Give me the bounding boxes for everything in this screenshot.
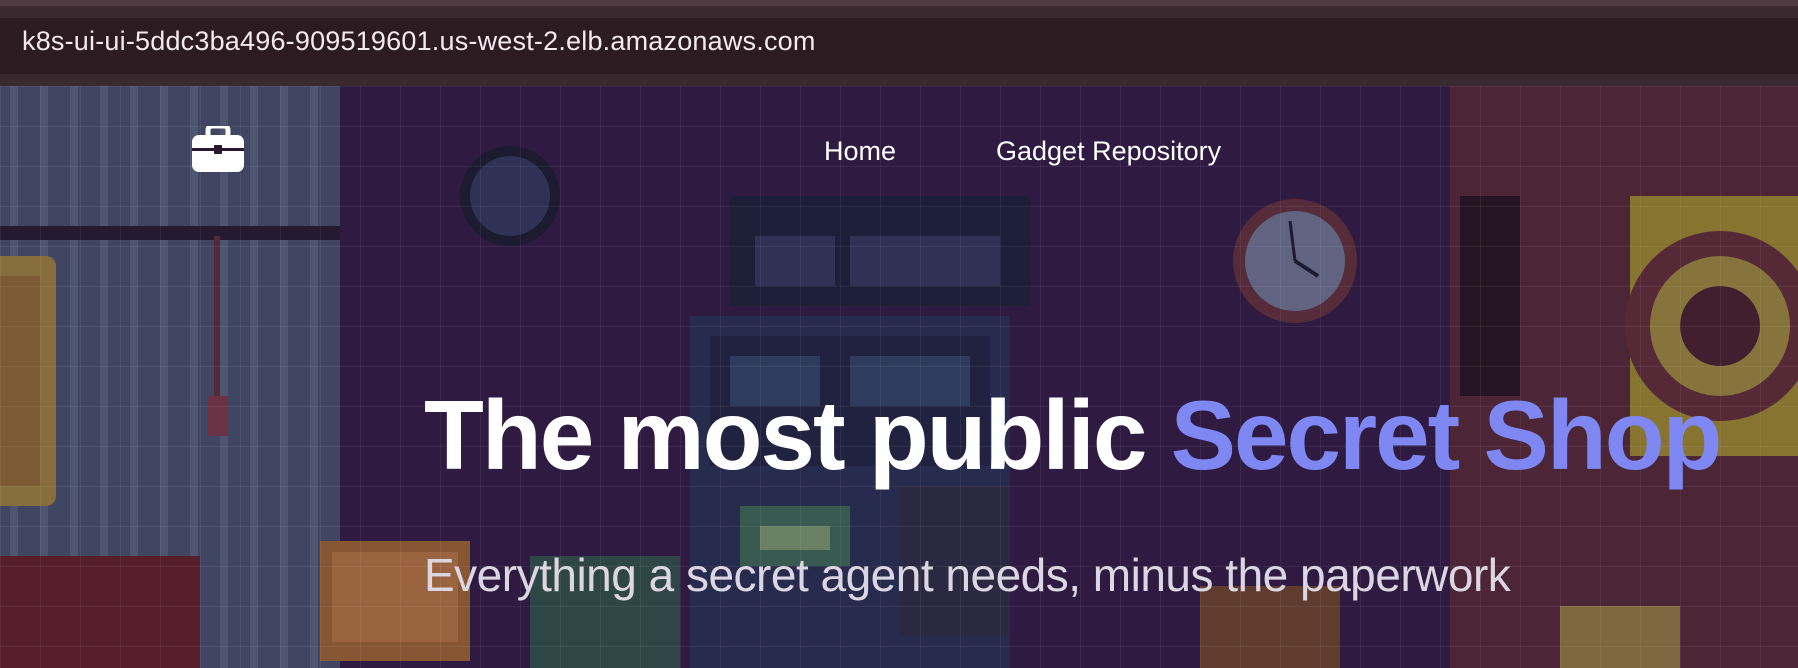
headline-main-text: The most public bbox=[424, 380, 1171, 490]
url-text[interactable]: k8s-ui-ui-5ddc3ba496-909519601.us-west-2… bbox=[22, 26, 816, 57]
browser-toolbar: k8s-ui-ui-5ddc3ba496-909519601.us-west-2… bbox=[0, 0, 1798, 86]
hero-headline: The most public Secret Shop bbox=[424, 386, 1722, 484]
nav-link-gadget-repository[interactable]: Gadget Repository bbox=[996, 136, 1221, 167]
hero-subheadline: Everything a secret agent needs, minus t… bbox=[424, 549, 1511, 601]
headline-accent-text: Secret Shop bbox=[1170, 380, 1723, 490]
hero-section: Home Gadget Repository The most public S… bbox=[0, 86, 1798, 668]
nav-link-home[interactable]: Home bbox=[824, 136, 896, 167]
briefcase-icon[interactable] bbox=[192, 126, 244, 172]
